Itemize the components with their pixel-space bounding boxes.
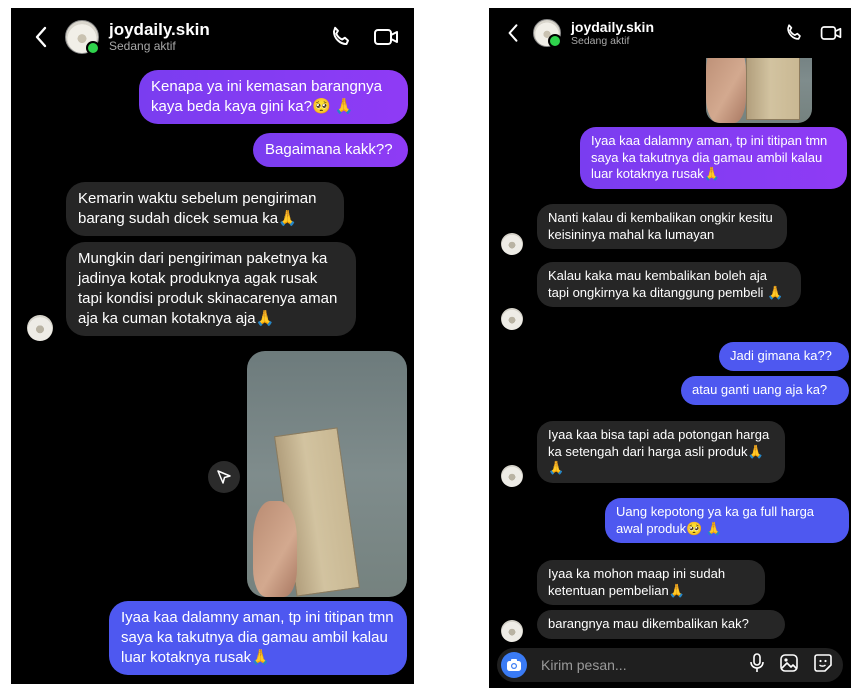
video-call-button[interactable] bbox=[819, 22, 843, 44]
sender-avatar[interactable] bbox=[501, 465, 523, 487]
message-outgoing[interactable]: atau ganti uang aja ka? bbox=[681, 376, 849, 405]
call-button[interactable] bbox=[783, 22, 805, 44]
phone-icon bbox=[332, 26, 350, 46]
message-incoming[interactable]: Kemarin waktu sebelum pengiriman barang … bbox=[66, 182, 344, 236]
video-call-button[interactable] bbox=[372, 24, 400, 50]
chat-header: joydaily.skin Sedang aktif bbox=[489, 8, 851, 58]
message-outgoing[interactable]: Bagaimana kakk?? bbox=[253, 133, 408, 167]
sticker-button[interactable] bbox=[813, 653, 833, 678]
message-photo[interactable] bbox=[247, 351, 407, 597]
online-indicator bbox=[86, 41, 100, 55]
video-camera-icon bbox=[374, 29, 398, 45]
video-camera-icon bbox=[820, 26, 842, 40]
message-incoming[interactable]: Iyaa ka mohon maap ini sudah ketentuan p… bbox=[537, 560, 765, 605]
chevron-left-icon bbox=[35, 26, 47, 48]
message-input[interactable] bbox=[539, 656, 713, 674]
chat-header: joydaily.skin Sedang aktif bbox=[11, 8, 414, 66]
online-indicator bbox=[548, 34, 562, 48]
message-outgoing[interactable]: Jadi gimana ka?? bbox=[719, 342, 849, 371]
message-outgoing[interactable]: Uang kepotong ya ka ga full harga awal p… bbox=[605, 498, 849, 543]
sender-avatar[interactable] bbox=[501, 620, 523, 642]
sender-avatar[interactable] bbox=[27, 315, 53, 341]
contact-username: joydaily.skin bbox=[571, 18, 654, 35]
sender-avatar[interactable] bbox=[501, 308, 523, 330]
chat-screenshot-left: joydaily.skin Sedang aktif Kenapa ya ini… bbox=[11, 8, 414, 684]
camera-icon bbox=[507, 659, 521, 671]
microphone-button[interactable] bbox=[749, 652, 765, 678]
chevron-left-icon bbox=[508, 24, 518, 42]
message-incoming[interactable]: Nanti kalau di kembalikan ongkir kesitu … bbox=[537, 204, 787, 249]
message-incoming[interactable]: barangnya mau dikembalikan kak? bbox=[537, 610, 785, 639]
share-button[interactable] bbox=[208, 461, 240, 493]
chat-screenshot-right: joydaily.skin Sedang aktif Iyaa kaa dala… bbox=[489, 8, 851, 688]
gallery-button[interactable] bbox=[779, 653, 799, 678]
microphone-icon bbox=[750, 652, 764, 672]
back-button[interactable] bbox=[503, 23, 523, 43]
camera-button[interactable] bbox=[501, 652, 527, 678]
sender-avatar[interactable] bbox=[501, 233, 523, 255]
phone-icon bbox=[787, 24, 801, 40]
hand-image bbox=[253, 501, 297, 597]
avatar[interactable] bbox=[533, 19, 562, 48]
back-button[interactable] bbox=[31, 26, 51, 48]
message-incoming[interactable]: Mungkin dari pengiriman paketnya ka jadi… bbox=[66, 242, 356, 336]
sticker-icon bbox=[814, 653, 832, 672]
message-outgoing[interactable]: Iyaa kaa dalamny aman, tp ini titipan tm… bbox=[580, 127, 847, 189]
message-outgoing[interactable]: Kenapa ya ini kemasan barangnya kaya bed… bbox=[139, 70, 408, 124]
contact-status: Sedang aktif bbox=[571, 34, 630, 47]
call-button[interactable] bbox=[328, 24, 354, 50]
message-composer bbox=[497, 648, 843, 682]
contact-info[interactable]: joydaily.skin Sedang aktif bbox=[571, 18, 654, 47]
contact-info[interactable]: joydaily.skin Sedang aktif bbox=[109, 20, 210, 54]
contact-status: Sedang aktif bbox=[109, 39, 176, 53]
avatar[interactable] bbox=[65, 20, 100, 55]
send-icon bbox=[217, 470, 231, 484]
message-incoming[interactable]: Kalau kaka mau kembalikan boleh aja tapi… bbox=[537, 262, 801, 307]
image-icon bbox=[780, 653, 798, 672]
contact-username: joydaily.skin bbox=[109, 20, 210, 39]
message-outgoing[interactable]: Iyaa kaa dalamny aman, tp ini titipan tm… bbox=[109, 601, 407, 675]
message-incoming[interactable]: Iyaa kaa bisa tapi ada potongan harga ka… bbox=[537, 421, 785, 483]
